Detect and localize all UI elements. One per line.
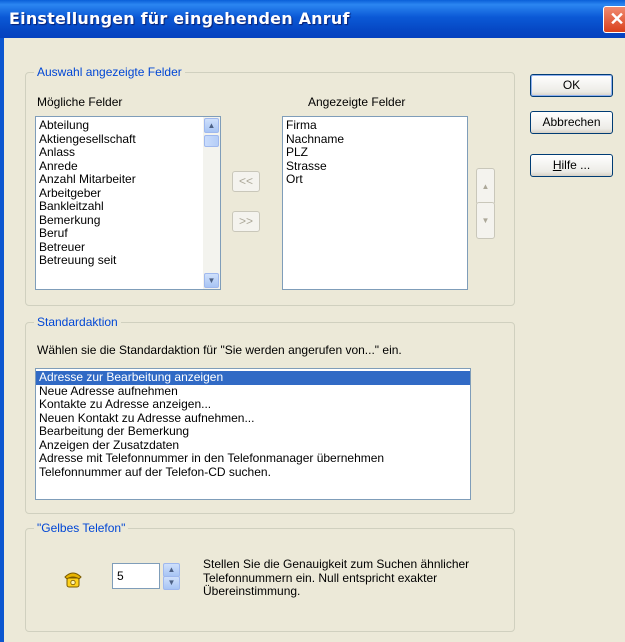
list-item[interactable]: Nachname (283, 132, 467, 147)
list-item[interactable]: Telefonnummer auf der Telefon-CD suchen. (36, 465, 470, 480)
possible-fields-list[interactable]: Abteilung Aktiengesellschaft Anlass Anrede A… (35, 116, 221, 290)
list-item[interactable]: Beruf (36, 227, 200, 241)
list-item[interactable]: Bankleitzahl (36, 200, 200, 214)
accuracy-description-line: Übereinstimmung. (203, 584, 301, 598)
scroll-down-arrow-icon[interactable]: ▼ (204, 273, 219, 288)
arrow-up-icon: ▲ (481, 182, 490, 191)
window-frame-left (0, 38, 4, 642)
displayed-fields-label: Angezeigte Felder (308, 95, 406, 109)
list-item[interactable]: Kontakte zu Adresse anzeigen... (36, 398, 470, 412)
arrow-down-icon: ▼ (481, 216, 490, 225)
displayed-fields-list[interactable]: Firma Nachname PLZ Strasse Ort (282, 116, 468, 290)
spin-down-button[interactable]: ▼ (163, 576, 180, 590)
move-left-button[interactable]: << (232, 171, 260, 192)
help-label: ilfe ... (561, 158, 591, 172)
move-right-button[interactable]: >> (232, 211, 260, 232)
accuracy-description-line: Stellen Sie die Genauigkeit zum Suchen ä… (203, 557, 470, 571)
list-item[interactable]: PLZ (283, 146, 467, 160)
title-bar: Einstellungen für eingehenden Anruf ✕ (0, 0, 625, 38)
default-action-list[interactable]: Adresse zur Bearbeitung anzeigen Neue Adr… (35, 368, 471, 500)
list-item[interactable]: Adresse mit Telefonnummer in den Telefon… (36, 452, 470, 466)
list-item[interactable]: Anlass (36, 146, 200, 160)
list-item[interactable]: Anrede (36, 159, 200, 174)
list-item[interactable]: Betreuer (36, 240, 200, 255)
yellow-phone-icon (64, 572, 82, 588)
list-item[interactable]: Betreuung seit (36, 254, 200, 268)
accuracy-input[interactable]: 5 (112, 563, 160, 589)
fields-group-title: Auswahl angezeigte Felder (34, 65, 185, 79)
move-down-button[interactable]: ▼ (476, 202, 495, 239)
list-item[interactable]: Neuen Kontakt zu Adresse aufnehmen... (36, 411, 470, 426)
list-item[interactable]: Bearbeitung der Bemerkung (36, 425, 470, 439)
list-item[interactable]: Firma (283, 119, 467, 133)
list-item[interactable]: Abteilung (36, 119, 200, 133)
yellow-phone-group-title: "Gelbes Telefon" (34, 521, 129, 535)
dialog-title: Einstellungen für eingehenden Anruf (9, 9, 350, 28)
list-item[interactable]: Aktiengesellschaft (36, 132, 200, 147)
spin-down-icon: ▼ (167, 578, 176, 587)
spin-up-icon: ▲ (167, 565, 176, 574)
help-button[interactable]: Hilfe ... (530, 154, 613, 177)
list-item[interactable]: Anzeigen der Zusatzdaten (36, 438, 470, 453)
dialog-window: Einstellungen für eingehenden Anruf ✕ Au… (0, 0, 625, 642)
move-up-button[interactable]: ▲ (476, 168, 495, 205)
list-item[interactable]: Strasse (283, 159, 467, 174)
close-button[interactable]: ✕ (603, 6, 625, 33)
ok-button[interactable]: OK (530, 74, 613, 97)
list-item[interactable]: Ort (283, 173, 467, 187)
spin-up-button[interactable]: ▲ (163, 563, 180, 577)
list-item[interactable]: Neue Adresse aufnehmen (36, 384, 470, 399)
accuracy-description: Stellen Sie die Genauigkeit zum Suchen ä… (203, 557, 470, 599)
list-item[interactable]: Arbeitgeber (36, 186, 200, 201)
possible-fields-scrollbar[interactable]: ▲ ▼ (203, 117, 220, 289)
scroll-up-arrow-icon[interactable]: ▲ (204, 118, 219, 133)
list-item[interactable]: Adresse zur Bearbeitung anzeigen (36, 371, 470, 385)
list-item[interactable]: Anzahl Mitarbeiter (36, 173, 200, 187)
scroll-thumb[interactable] (204, 135, 219, 147)
cancel-button[interactable]: Abbrechen (530, 111, 613, 134)
default-action-group-title: Standardaktion (34, 315, 121, 329)
possible-fields-label: Mögliche Felder (37, 95, 123, 109)
accuracy-description-line: Telefonnummern ein. Null entspricht exak… (203, 570, 438, 585)
list-item[interactable]: Bemerkung (36, 213, 200, 228)
default-action-prompt: Wählen sie die Standardaktion für "Sie w… (37, 343, 402, 357)
